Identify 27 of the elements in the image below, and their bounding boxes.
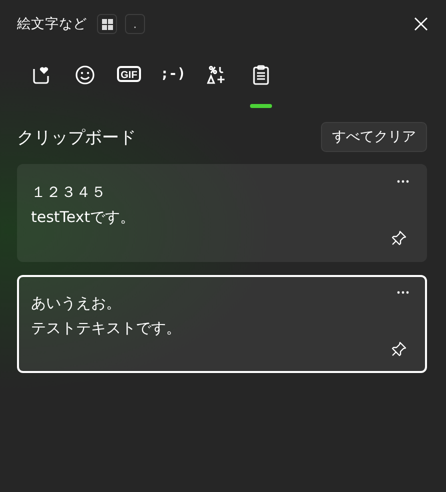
gif-tab[interactable]: GIF (115, 60, 143, 108)
clipboard-item[interactable]: １２３４５ testTextです。 (17, 164, 427, 262)
heart-card-icon (31, 65, 51, 85)
pin-button[interactable] (391, 230, 407, 246)
clipboard-text: テストテキストです。 (31, 318, 182, 339)
panel-title: 絵文字など (17, 15, 87, 33)
more-button[interactable] (397, 291, 409, 294)
clipboard-text: あいうえお。 (31, 293, 122, 314)
pin-button[interactable] (391, 341, 407, 357)
kaomoji-tab[interactable]: ;-) (159, 60, 187, 108)
section-heading: クリップボード (17, 126, 136, 148)
more-icon (397, 180, 409, 183)
windows-key-icon (97, 14, 117, 34)
clipboard-text: １２３４５ (31, 182, 107, 203)
clipboard-item[interactable]: あいうえお。 テストテキストです。 (17, 275, 427, 373)
pin-icon (391, 341, 407, 357)
more-icon (397, 291, 409, 294)
more-button[interactable] (397, 180, 409, 183)
shortcut-key: . (125, 14, 145, 34)
clipboard-icon (251, 65, 271, 85)
pin-icon (391, 230, 407, 246)
symbols-icon (207, 65, 227, 85)
smiley-icon (75, 65, 95, 85)
close-icon (414, 17, 428, 31)
clipboard-text: testTextです。 (31, 207, 136, 228)
clear-all-button[interactable]: すべてクリア (321, 122, 427, 152)
close-button[interactable] (414, 17, 428, 31)
